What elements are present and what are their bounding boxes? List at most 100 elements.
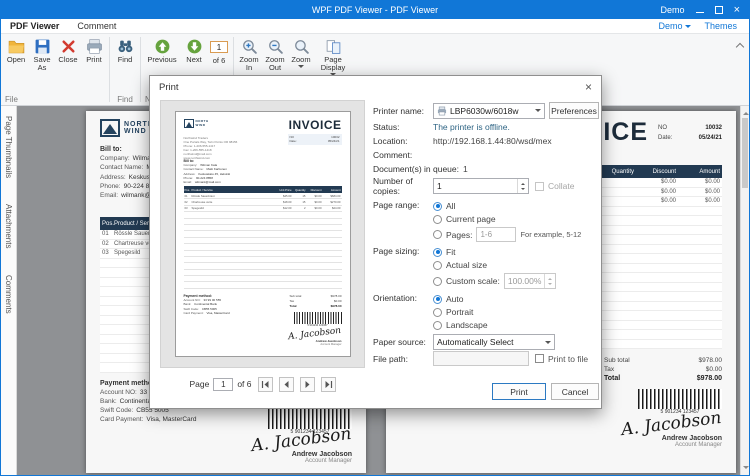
tab-pdf-viewer[interactable]: PDF Viewer [1,19,68,33]
titlebar: WPF PDF Viewer - PDF Viewer Demo × [1,1,749,19]
close-window-icon[interactable]: × [734,5,740,15]
navigation-pane-tab[interactable]: Page Thumbnails [4,116,13,178]
stepper-arrows[interactable] [517,179,528,193]
barcode: 5 901234 123457 [294,312,342,327]
range-pages-label: Pages: [446,230,472,240]
find-button[interactable]: Find [112,37,138,93]
chevron-down-icon [548,283,552,287]
navigation-pane-tab[interactable]: Comments [4,275,13,314]
location-label: Location: [373,136,433,146]
print-confirm-button[interactable]: Print [492,383,546,400]
print-to-file-checkbox[interactable] [535,354,544,363]
orientation-auto-label: Auto [446,294,464,304]
signature-block: A. Jacobson Andrew Jacobson Account Mana… [621,415,722,448]
navigation-pane-tabs: Page Thumbnails Attachments Comments [1,106,17,475]
collate-checkbox[interactable] [535,182,544,191]
ribbon-group-find: Find Find [110,34,140,105]
binoculars-icon [117,38,134,55]
file-path-label: File path: [373,354,433,364]
page-display-icon [325,38,342,55]
copies-label: Number of copies: [373,176,433,196]
sizing-fit-label: Fit [446,247,455,257]
chevron-down-icon [531,104,544,118]
last-page-button[interactable] [321,377,336,392]
sizing-actual-radio[interactable] [433,261,442,270]
group-label-find: Find [110,95,140,104]
chevron-down-icon [298,65,304,71]
zoom-out-icon [267,38,284,55]
preview-page: NORTHWIND Northwind TradersOne Portals W… [175,111,351,357]
chevron-down-icon [521,188,525,192]
northwind-logo: NORTHWIND [100,119,154,137]
demo-menu-link[interactable]: Demo [658,21,691,31]
ribbon-tab-row: PDF Viewer Comment Demo Themes [1,19,749,34]
arrow-up-circle-icon [154,38,171,55]
custom-scale-stepper[interactable]: 100.00% [504,273,556,289]
navigation-pane-tab[interactable]: Attachments [4,204,13,248]
minimize-icon[interactable] [696,12,704,14]
previous-page-icon [282,380,291,389]
close-document-button[interactable]: Close [55,37,81,93]
open-button[interactable]: Open [3,37,29,93]
scrollbar-thumb[interactable] [742,118,748,188]
first-page-button[interactable] [258,377,273,392]
folder-open-icon [8,38,25,55]
page-number-input[interactable]: 1 [210,41,228,53]
orientation-landscape-radio[interactable] [433,321,442,330]
scroll-down-icon[interactable] [743,466,749,472]
copies-stepper[interactable]: 1 [433,178,529,194]
dialog-close-icon[interactable]: × [585,81,592,93]
titlebar-demo-button[interactable]: Demo [661,5,685,15]
sizing-fit-radio[interactable] [433,248,442,257]
scroll-up-icon[interactable] [743,109,749,115]
printer-icon [437,106,447,116]
maximize-icon[interactable] [715,6,723,14]
first-page-icon [261,380,270,389]
magnifier-icon [293,38,310,55]
preferences-button[interactable]: Preferences [549,102,599,119]
status-label: Status: [373,122,433,132]
previous-page-button[interactable] [279,377,294,392]
page-label: Page [189,379,209,389]
save-icon [34,38,51,55]
printer-icon [86,38,103,55]
range-all-radio[interactable] [433,202,442,211]
orientation-portrait-label: Portrait [446,307,473,317]
totals-block: Sub total$978.00Tax$0.00Total$978.00 [604,357,722,384]
mountain-logo-icon [184,119,194,128]
chevron-up-icon [548,276,552,280]
preview-page-input[interactable]: 1 [213,378,233,391]
next-page-icon [303,380,312,389]
chevron-down-icon [541,335,554,349]
orientation-portrait-radio[interactable] [433,308,442,317]
tab-comment[interactable]: Comment [68,19,125,33]
range-pages-radio[interactable] [433,230,442,239]
orientation-label: Orientation: [373,293,433,303]
sizing-custom-radio[interactable] [433,277,442,286]
paper-source-select[interactable]: Automatically Select [433,334,555,350]
vertical-scrollbar[interactable] [740,106,749,475]
range-current-radio[interactable] [433,215,442,224]
print-preview-panel: NORTHWIND Northwind TradersOne Portals W… [160,100,365,368]
save-as-button[interactable]: Save As [29,37,55,93]
printer-name-label: Printer name: [373,106,433,116]
next-page-button[interactable] [300,377,315,392]
signature-block: A. Jacobson Andrew Jacobson Account Mana… [251,431,352,464]
invoice-title: INVOICE [289,118,342,132]
print-button[interactable]: Print [81,37,107,93]
pages-range-input[interactable]: 1-6 [476,227,516,242]
preview-pager: Page 1 of 6 [160,368,365,400]
collate-label: Collate [548,181,574,191]
app-window: WPF PDF Viewer - PDF Viewer Demo × PDF V… [0,0,750,476]
location-value: http://192.168.1.44:80/wsd/mex [433,136,552,146]
orientation-auto-radio[interactable] [433,295,442,304]
themes-link[interactable]: Themes [704,21,737,31]
printer-select[interactable]: LBP6030w/6018w [433,103,545,119]
queue-value: 1 [463,164,468,174]
range-all-label: All [446,201,455,211]
pages-range-hint: For example, 5-12 [520,230,581,239]
cancel-button[interactable]: Cancel [551,383,599,400]
file-path-input[interactable] [433,351,529,366]
collapse-ribbon-icon[interactable] [736,43,744,51]
page-count-label: of 6 [237,379,251,389]
